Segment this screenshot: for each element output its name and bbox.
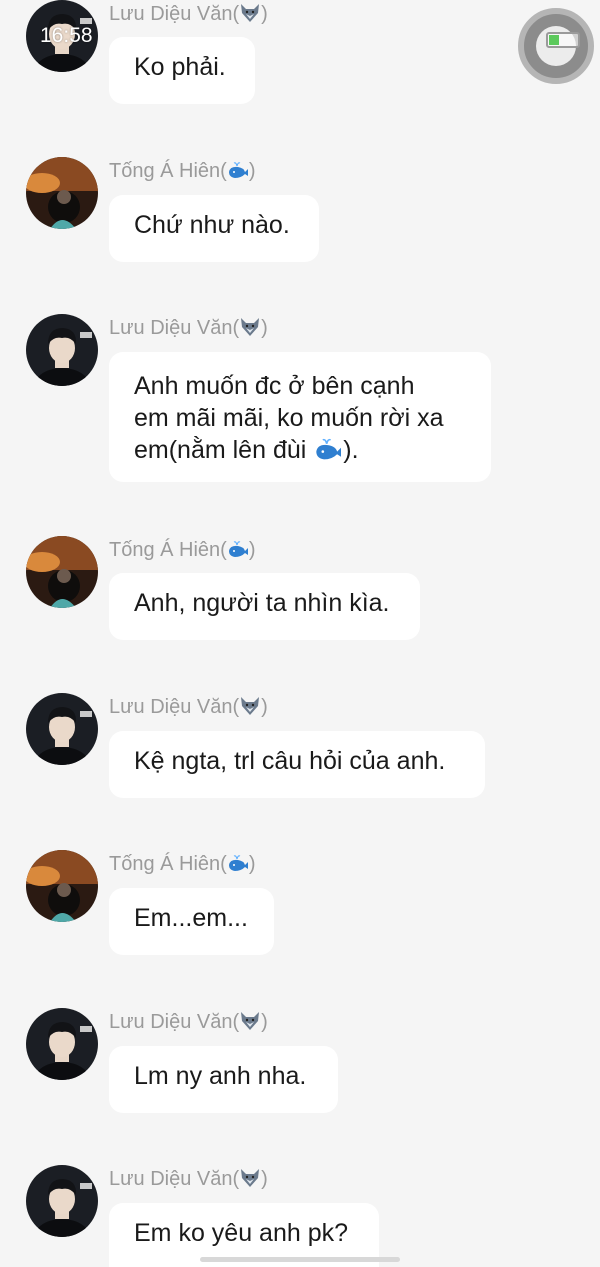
message-bubble[interactable]: Ko phải. [109, 37, 255, 104]
sender-name: Lưu Diệu Văn() [109, 3, 268, 25]
avatar[interactable] [26, 693, 98, 765]
sender-name: Tống Á Hiên() [109, 853, 256, 875]
battery-fill [549, 35, 559, 45]
sender-name: Lưu Diệu Văn() [109, 1011, 268, 1033]
whale-icon [227, 539, 249, 559]
message-bubble[interactable]: Kệ ngta, trl câu hỏi của anh. [109, 731, 485, 798]
avatar[interactable] [26, 314, 98, 386]
sender-name: Lưu Diệu Văn() [109, 696, 268, 718]
battery-icon [546, 32, 580, 48]
wolf-icon [239, 317, 261, 337]
avatar[interactable] [26, 536, 98, 608]
home-indicator[interactable] [200, 1257, 400, 1262]
message-line: em mãi mãi, ko muốn rời xa [134, 404, 444, 432]
sender-name: Lưu Diệu Văn() [109, 317, 268, 339]
chat-thread: Lưu Diệu Văn() Ko phải. Tống Á Hiên() Ch… [0, 0, 600, 1267]
avatar[interactable] [26, 1165, 98, 1237]
whale-icon [227, 853, 249, 873]
wolf-icon [239, 696, 261, 716]
avatar[interactable] [26, 1008, 98, 1080]
sender-name: Tống Á Hiên() [109, 539, 256, 561]
message-bubble[interactable]: Lm ny anh nha. [109, 1046, 338, 1113]
message-line: Anh muốn đc ở bên cạnh [134, 372, 415, 400]
wolf-icon [239, 3, 261, 23]
message-bubble[interactable]: Chứ như nào. [109, 195, 319, 262]
wolf-icon [239, 1011, 261, 1031]
message-bubble[interactable]: Em...em... [109, 888, 274, 955]
wolf-icon [239, 1168, 261, 1188]
whale-icon [313, 436, 343, 462]
message-bubble[interactable]: Anh, người ta nhìn kìa. [109, 573, 420, 640]
avatar[interactable] [26, 157, 98, 229]
message-line: em(nằm lên đùi ). [134, 436, 359, 464]
sender-name: Tống Á Hiên() [109, 160, 256, 182]
sender-name: Lưu Diệu Văn() [109, 1168, 268, 1190]
whale-icon [227, 160, 249, 180]
status-time: 16:58 [40, 24, 93, 47]
message-bubble[interactable]: Anh muốn đc ở bên cạnh em mãi mãi, ko mu… [109, 352, 491, 482]
avatar[interactable] [26, 850, 98, 922]
